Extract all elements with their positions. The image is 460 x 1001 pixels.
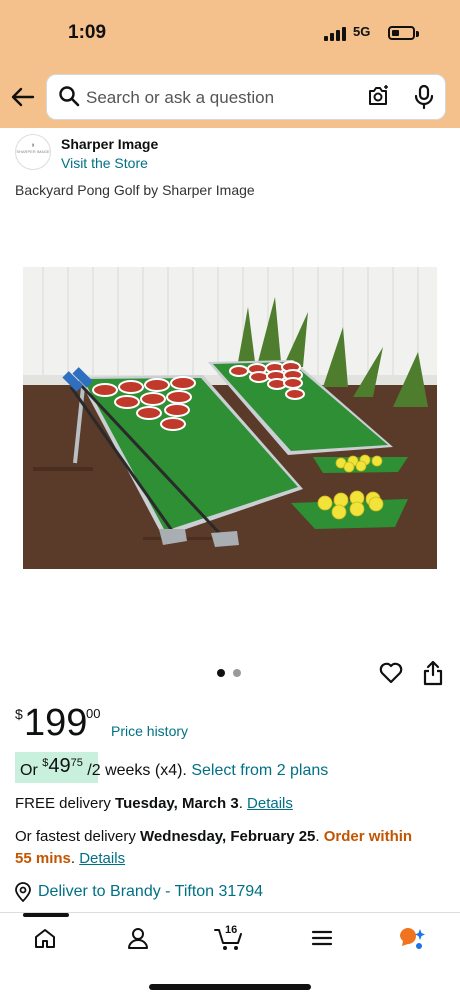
status-time: 1:09	[68, 22, 107, 43]
installment-prefix: Or	[20, 762, 43, 779]
price-history-link[interactable]: Price history	[111, 723, 188, 739]
share-icon[interactable]	[423, 660, 443, 686]
nav-active-indicator	[23, 913, 69, 917]
search-icon	[59, 86, 80, 107]
carousel-dot[interactable]	[217, 669, 225, 677]
home-icon[interactable]	[34, 927, 56, 949]
price-symbol: $	[15, 706, 23, 722]
signal-icon	[324, 27, 348, 41]
fast-delivery-date: Wednesday, February 25	[140, 828, 316, 845]
home-indicator	[149, 984, 311, 990]
installment-whole: 49	[48, 755, 71, 777]
product-image[interactable]	[23, 267, 437, 569]
fast-delivery-details-link[interactable]: Details	[79, 850, 125, 867]
free-delivery-prefix: FREE delivery	[15, 795, 116, 812]
deliver-to-link[interactable]: Deliver to Brandy - Tifton 31794	[38, 883, 263, 901]
cart-count: 16	[225, 924, 238, 936]
rufus-assistant-icon[interactable]	[398, 927, 426, 951]
fast-delivery-line-2: 55 mins. Details	[15, 850, 125, 867]
back-arrow-icon[interactable]	[10, 84, 36, 110]
microphone-icon[interactable]	[413, 84, 435, 110]
fast-delivery-prefix: Or fastest delivery	[15, 828, 141, 845]
select-plans-link[interactable]: Select from 2 plans	[191, 762, 328, 779]
delivery-details-link[interactable]: Details	[247, 795, 293, 812]
order-time-sep: .	[70, 850, 80, 867]
free-delivery-line: FREE delivery Tuesday, March 3. Details	[15, 795, 293, 812]
heart-icon[interactable]	[379, 662, 403, 684]
brand-logo[interactable]: ⁹ SHARPER IMAGE	[15, 134, 51, 170]
order-time-text: 55 mins	[15, 850, 71, 867]
installment-fraction: 75	[70, 757, 83, 769]
location-pin-icon	[15, 882, 31, 902]
price-whole: 199	[24, 702, 88, 744]
installment-line: Or $4975 /2 weeks (x4). Select from 2 pl…	[20, 755, 328, 781]
fast-delivery-sep: .	[315, 828, 324, 845]
search-input[interactable]	[84, 78, 358, 118]
battery-icon	[388, 26, 415, 40]
product-title: Backyard Pong Golf by Sharper Image	[15, 182, 255, 198]
camera-search-icon[interactable]	[366, 84, 390, 108]
fast-delivery-line: Or fastest delivery Wednesday, February …	[15, 828, 412, 845]
order-within-text: Order within	[323, 828, 413, 845]
network-label: 5G	[353, 24, 371, 39]
brand-name: Sharper Image	[61, 136, 159, 152]
battery-cap	[416, 31, 419, 37]
price-fraction: 00	[86, 706, 101, 721]
menu-icon[interactable]	[311, 927, 333, 949]
brand-logo-text: SHARPER IMAGE	[16, 149, 50, 154]
visit-store-link[interactable]: Visit the Store	[61, 155, 148, 171]
free-delivery-date: Tuesday, March 3	[115, 795, 239, 812]
account-icon[interactable]	[127, 927, 149, 949]
carousel-dot[interactable]	[233, 669, 241, 677]
free-delivery-sep: .	[238, 795, 248, 812]
installment-period: /2 weeks (x4).	[82, 762, 192, 779]
